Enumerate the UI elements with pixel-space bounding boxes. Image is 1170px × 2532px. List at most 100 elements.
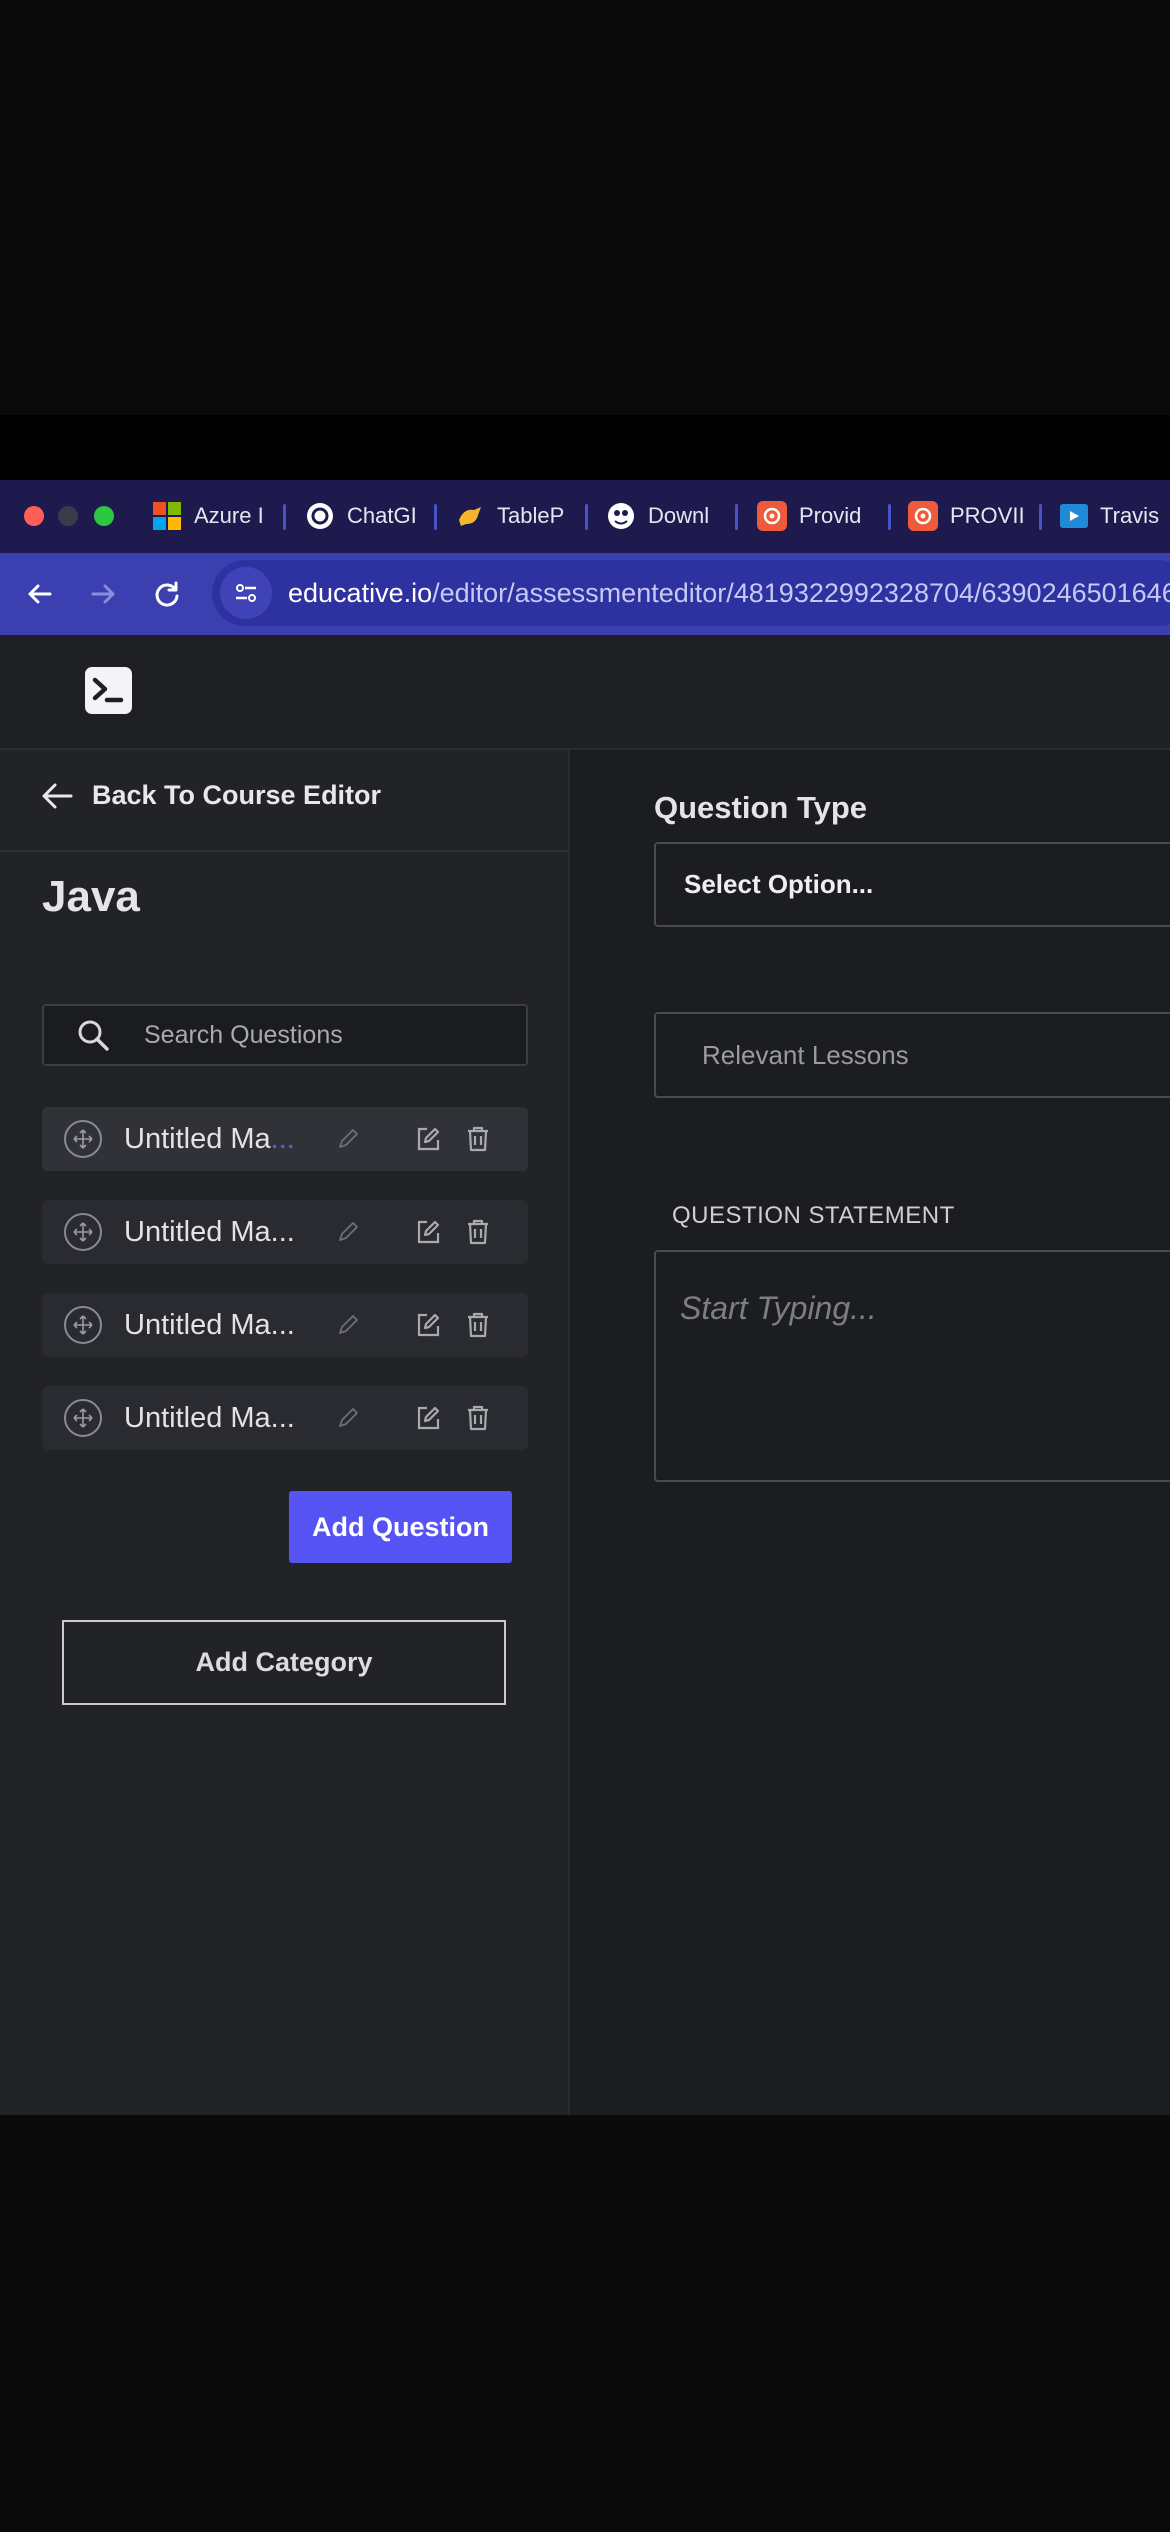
tab-provider[interactable]: Provid (757, 498, 861, 534)
question-title: Untitled Ma... (124, 1309, 302, 1342)
tab-label: Azure I (194, 503, 264, 528)
question-title: Untitled Ma... (124, 1402, 302, 1435)
question-statement-label: QUESTION STATEMENT (672, 1202, 955, 1229)
search-icon (78, 1020, 109, 1051)
tab-label: Travis (1100, 503, 1160, 528)
delete-icon[interactable] (464, 1218, 492, 1246)
tab-label: PROVII (950, 503, 1025, 528)
select-placeholder: Select Option... (684, 869, 874, 899)
tab-separator (283, 504, 286, 530)
browser-toolbar: educative.io/editor/assessmenteditor/481… (0, 553, 1170, 635)
url-path: /editor/assessmenteditor/481932299232870… (432, 577, 1170, 608)
question-title-text: Untitled Ma (124, 1122, 271, 1155)
question-statement-editor[interactable]: Start Typing... (654, 1250, 1170, 1482)
tab-chatgpt[interactable]: ChatGI (305, 498, 417, 534)
question-title-text: Untitled Ma (124, 1308, 271, 1341)
question-title-ellipsis: ... (270, 1308, 295, 1341)
delete-icon[interactable] (464, 1311, 492, 1339)
divider (0, 850, 568, 852)
question-item[interactable]: Untitled Ma... (42, 1200, 528, 1264)
search-input[interactable]: Search Questions (42, 1004, 528, 1066)
tab-tableplus[interactable]: TableP (455, 498, 564, 534)
tab-label: ChatGI (347, 503, 417, 528)
question-type-label: Question Type (654, 790, 868, 825)
minimize-window-button[interactable] (58, 506, 78, 526)
address-bar[interactable]: educative.io/editor/assessmenteditor/481… (212, 560, 1170, 626)
drag-handle-icon[interactable] (64, 1213, 102, 1251)
tab-travis[interactable]: Travis (1060, 498, 1159, 534)
arrow-left-icon (42, 783, 73, 808)
edit-icon[interactable] (414, 1404, 442, 1432)
question-title-text: Untitled Ma (124, 1401, 271, 1434)
question-editor: Question Type Select Option... Relevant … (570, 750, 1170, 2115)
question-title-text: Untitled Ma (124, 1215, 271, 1248)
edit-icon[interactable] (414, 1311, 442, 1339)
relevant-lessons-placeholder: Relevant Lessons (702, 1039, 909, 1070)
question-title: Untitled Ma... (124, 1123, 302, 1156)
close-window-button[interactable] (24, 506, 44, 526)
rename-pencil-icon[interactable] (334, 1218, 362, 1246)
browser-tab-bar: Azure I ChatGI TableP Downl Provid PROVI… (0, 480, 1170, 553)
app-header (0, 635, 1170, 750)
reload-button[interactable] (147, 574, 187, 614)
microsoft-icon (152, 501, 182, 531)
rename-pencil-icon[interactable] (334, 1125, 362, 1153)
rename-pencil-icon[interactable] (334, 1404, 362, 1432)
url-text: educative.io/editor/assessmenteditor/481… (288, 578, 1170, 609)
bottom-letterbox (0, 2115, 1170, 2532)
site-settings-icon[interactable] (220, 567, 272, 619)
back-nav-button[interactable] (20, 574, 60, 614)
tab-separator (585, 504, 588, 530)
tab-label: Provid (799, 503, 862, 528)
reload-icon (155, 581, 179, 607)
provider-icon (908, 501, 938, 531)
drag-handle-icon[interactable] (64, 1120, 102, 1158)
drag-handle-icon[interactable] (64, 1306, 102, 1344)
back-to-course-editor-link[interactable]: Back To Course Editor (40, 780, 381, 811)
arrow-left-icon (28, 584, 52, 604)
question-item[interactable]: Untitled Ma... (42, 1107, 528, 1171)
course-title: Java (42, 872, 140, 921)
drag-handle-icon[interactable] (64, 1399, 102, 1437)
top-letterbox (0, 0, 1170, 415)
terminal-logo-icon[interactable] (85, 667, 132, 714)
arrow-right-icon (91, 584, 115, 604)
relevant-lessons-input[interactable]: Relevant Lessons (654, 1012, 1170, 1098)
download-icon (606, 501, 636, 531)
question-item[interactable]: Untitled Ma... (42, 1293, 528, 1357)
question-title-ellipsis: ... (270, 1215, 295, 1248)
tab-separator (735, 504, 738, 530)
status-strip (0, 415, 1170, 480)
tab-separator (888, 504, 891, 530)
edit-icon[interactable] (414, 1125, 442, 1153)
delete-icon[interactable] (464, 1125, 492, 1153)
maximize-window-button[interactable] (94, 506, 114, 526)
question-title: Untitled Ma... (124, 1216, 302, 1249)
delete-icon[interactable] (464, 1404, 492, 1432)
question-title-ellipsis: ... (270, 1401, 295, 1434)
tab-separator (434, 504, 437, 530)
tab-label: TableP (497, 503, 565, 528)
url-host: educative.io (288, 577, 433, 608)
question-title-ellipsis: ... (270, 1122, 295, 1155)
add-category-button[interactable]: Add Category (62, 1620, 506, 1705)
tableplus-icon (455, 501, 485, 531)
tab-label: Downl (648, 503, 710, 528)
tab-download[interactable]: Downl (606, 498, 709, 534)
tab-separator (1039, 504, 1042, 530)
back-label: Back To Course Editor (92, 780, 382, 810)
question-type-select[interactable]: Select Option... (654, 842, 1170, 927)
search-placeholder: Search Questions (144, 1020, 343, 1049)
edit-icon[interactable] (414, 1218, 442, 1246)
provider-icon (757, 501, 787, 531)
travis-icon (1060, 504, 1088, 528)
question-item[interactable]: Untitled Ma... (42, 1386, 528, 1450)
forward-nav-button[interactable] (83, 574, 123, 614)
question-sidebar: Back To Course Editor Java Search Questi… (0, 750, 570, 2115)
tab-azure[interactable]: Azure I (152, 498, 264, 534)
add-question-button[interactable]: Add Question (289, 1491, 512, 1563)
rename-pencil-icon[interactable] (334, 1311, 362, 1339)
tab-provider-2[interactable]: PROVII (908, 498, 1025, 534)
statement-placeholder: Start Typing... (680, 1290, 877, 1326)
chatgpt-icon (305, 501, 335, 531)
